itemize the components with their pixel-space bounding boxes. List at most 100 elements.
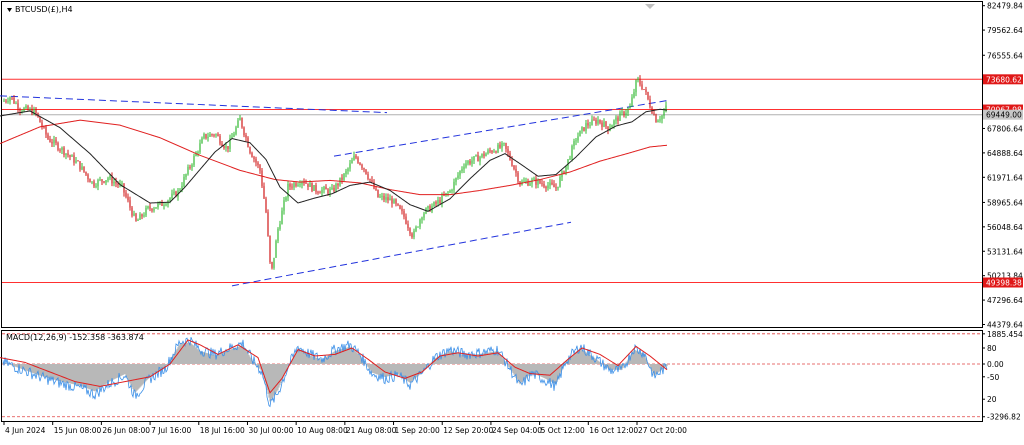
candle-body[interactable] bbox=[207, 136, 209, 139]
candle-body[interactable] bbox=[7, 101, 9, 103]
candle-body[interactable] bbox=[237, 120, 239, 128]
candle-body[interactable] bbox=[153, 208, 155, 211]
candle-body[interactable] bbox=[171, 193, 173, 199]
candle-body[interactable] bbox=[653, 113, 655, 115]
candle-body[interactable] bbox=[23, 108, 25, 112]
candle-body[interactable] bbox=[121, 183, 123, 185]
candle-body[interactable] bbox=[331, 187, 333, 190]
candle-body[interactable] bbox=[17, 103, 19, 110]
candle-body[interactable] bbox=[263, 186, 265, 199]
candle-body[interactable] bbox=[265, 198, 267, 213]
candle-body[interactable] bbox=[629, 106, 631, 109]
candle-body[interactable] bbox=[571, 145, 573, 159]
candle-body[interactable] bbox=[579, 130, 581, 137]
candle-body[interactable] bbox=[639, 78, 641, 85]
candle-body[interactable] bbox=[611, 125, 613, 128]
candle-body[interactable] bbox=[63, 147, 65, 155]
candle-body[interactable] bbox=[597, 119, 599, 124]
candle-body[interactable] bbox=[589, 125, 591, 127]
candle-body[interactable] bbox=[585, 123, 587, 131]
candle-body[interactable] bbox=[465, 163, 467, 167]
candle-body[interactable] bbox=[333, 187, 335, 192]
candle-body[interactable] bbox=[657, 120, 659, 123]
candle-body[interactable] bbox=[289, 184, 291, 187]
candle-body[interactable] bbox=[491, 151, 493, 153]
candle-body[interactable] bbox=[493, 151, 495, 153]
candle-body[interactable] bbox=[15, 103, 17, 105]
candle-body[interactable] bbox=[35, 108, 37, 114]
candle-body[interactable] bbox=[139, 214, 141, 220]
candle-body[interactable] bbox=[27, 106, 29, 110]
candle-body[interactable] bbox=[73, 155, 75, 163]
candle-body[interactable] bbox=[617, 117, 619, 121]
candle-body[interactable] bbox=[59, 149, 61, 151]
candle-body[interactable] bbox=[529, 183, 531, 186]
candle-body[interactable] bbox=[383, 195, 385, 200]
candle-body[interactable] bbox=[213, 134, 215, 136]
candle-body[interactable] bbox=[71, 155, 73, 157]
candle-body[interactable] bbox=[503, 142, 505, 144]
candle-body[interactable] bbox=[259, 165, 261, 171]
candle-body[interactable] bbox=[51, 142, 53, 144]
candle-body[interactable] bbox=[479, 156, 481, 162]
candle-body[interactable] bbox=[245, 135, 247, 138]
candle-body[interactable] bbox=[99, 179, 101, 181]
candle-body[interactable] bbox=[347, 168, 349, 172]
candle-body[interactable] bbox=[567, 159, 569, 167]
candle-body[interactable] bbox=[223, 146, 225, 148]
candle-body[interactable] bbox=[55, 139, 57, 143]
candle-body[interactable] bbox=[419, 219, 421, 227]
candle-body[interactable] bbox=[349, 163, 351, 169]
candle-body[interactable] bbox=[205, 133, 207, 139]
candle-body[interactable] bbox=[423, 213, 425, 218]
candle-body[interactable] bbox=[335, 183, 337, 192]
candle-body[interactable] bbox=[645, 89, 647, 93]
candle-body[interactable] bbox=[19, 109, 21, 112]
candle-body[interactable] bbox=[281, 210, 283, 225]
candle-body[interactable] bbox=[285, 197, 287, 201]
candle-body[interactable] bbox=[319, 192, 321, 194]
candle-body[interactable] bbox=[661, 115, 663, 120]
candle-body[interactable] bbox=[595, 119, 597, 124]
candle-body[interactable] bbox=[9, 97, 11, 102]
candle-body[interactable] bbox=[193, 155, 195, 165]
candle-body[interactable] bbox=[399, 205, 401, 209]
candle-body[interactable] bbox=[131, 207, 133, 216]
candle-body[interactable] bbox=[513, 165, 515, 169]
candle-body[interactable] bbox=[283, 200, 285, 211]
candle-body[interactable] bbox=[39, 116, 41, 123]
candle-body[interactable] bbox=[147, 206, 149, 209]
candle-body[interactable] bbox=[373, 181, 375, 189]
candle-body[interactable] bbox=[441, 195, 443, 204]
candle-body[interactable] bbox=[165, 204, 167, 206]
candle-body[interactable] bbox=[533, 178, 535, 180]
candle-body[interactable] bbox=[553, 184, 555, 188]
candle-body[interactable] bbox=[163, 205, 165, 206]
candle-body[interactable] bbox=[427, 206, 429, 209]
candle-body[interactable] bbox=[499, 144, 501, 148]
candle-body[interactable] bbox=[89, 179, 91, 183]
candle-body[interactable] bbox=[455, 178, 457, 182]
candle-body[interactable] bbox=[365, 169, 367, 175]
candle-body[interactable] bbox=[507, 148, 509, 154]
candle-body[interactable] bbox=[555, 187, 557, 189]
candle-body[interactable] bbox=[209, 134, 211, 137]
candle-body[interactable] bbox=[353, 155, 355, 161]
candle-body[interactable] bbox=[471, 160, 473, 164]
candle-body[interactable] bbox=[613, 120, 615, 126]
candle-body[interactable] bbox=[405, 216, 407, 224]
candle-body[interactable] bbox=[545, 186, 547, 189]
candle-body[interactable] bbox=[337, 183, 339, 186]
candle-body[interactable] bbox=[475, 155, 477, 157]
candle-body[interactable] bbox=[75, 160, 77, 163]
candle-body[interactable] bbox=[385, 197, 387, 200]
candle-body[interactable] bbox=[199, 143, 201, 153]
candle-body[interactable] bbox=[615, 117, 617, 121]
candle-body[interactable] bbox=[443, 195, 445, 197]
candle-body[interactable] bbox=[287, 184, 289, 198]
candle-body[interactable] bbox=[357, 157, 359, 163]
candle-body[interactable] bbox=[47, 134, 49, 139]
candle-body[interactable] bbox=[25, 106, 27, 109]
candle-body[interactable] bbox=[407, 223, 409, 229]
candle-body[interactable] bbox=[515, 168, 517, 173]
